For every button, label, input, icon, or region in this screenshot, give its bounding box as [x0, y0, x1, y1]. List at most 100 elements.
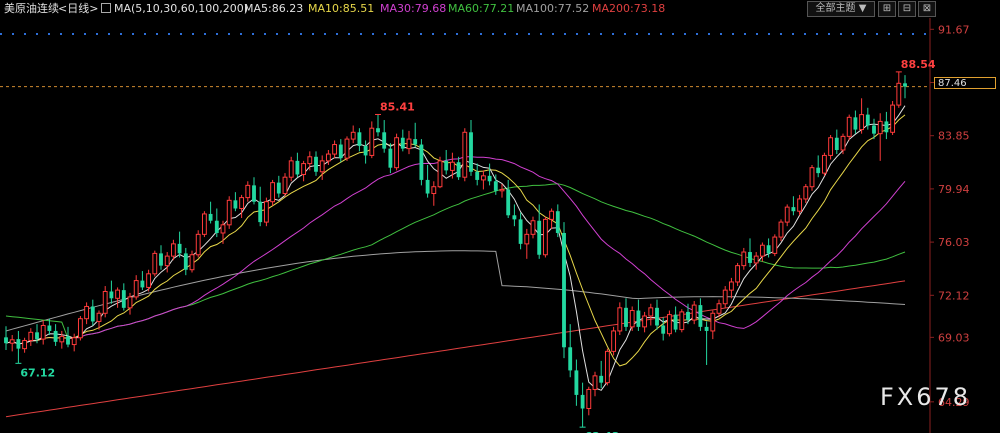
candle-body	[542, 218, 548, 256]
y-tick-label: 79.94	[938, 183, 970, 196]
candle-body	[270, 182, 276, 203]
candle-body	[722, 289, 728, 305]
close-button[interactable]: ⊠	[918, 1, 936, 17]
candle-body	[71, 337, 77, 346]
period-label[interactable]: <日线>	[58, 0, 98, 18]
candle-body	[276, 182, 281, 194]
candle-body	[666, 314, 672, 335]
candle-body	[66, 336, 70, 345]
high-label: 88.54	[901, 58, 936, 71]
candle-body	[846, 116, 852, 137]
instrument-name[interactable]: 美原油连续	[4, 0, 59, 18]
candle-body	[759, 244, 765, 257]
candle-body	[263, 201, 269, 223]
candle-body	[40, 325, 46, 340]
current-price-box: 87.46	[934, 77, 996, 89]
candle-body	[183, 253, 188, 270]
candle-body	[170, 243, 176, 257]
candle-body	[258, 201, 263, 223]
candle-body	[592, 375, 598, 390]
candle-body	[562, 232, 566, 348]
y-tick-label: 69.03	[938, 331, 970, 344]
candle-body	[90, 306, 95, 322]
candle-body	[127, 296, 133, 309]
candle-body	[896, 82, 902, 106]
candle-body	[307, 156, 313, 165]
candle-body	[325, 153, 331, 162]
candle-body	[803, 186, 809, 200]
candle-body	[388, 148, 393, 168]
candle-body	[568, 347, 573, 371]
candle-body	[648, 307, 654, 317]
candle-body	[784, 206, 790, 223]
candle-body	[233, 200, 238, 209]
candle-body	[741, 251, 747, 267]
candle-body	[382, 132, 387, 149]
ma10-line	[5, 114, 906, 367]
candle-body	[462, 131, 468, 178]
candle-body	[16, 339, 21, 349]
candle-body	[574, 370, 579, 395]
candle-body	[109, 291, 114, 299]
expand-button[interactable]: ⊞	[878, 1, 896, 17]
candle-body	[35, 332, 39, 340]
candle-body	[859, 114, 865, 131]
ma-settings-icon[interactable]	[101, 3, 111, 13]
low-label: 67.12	[20, 366, 55, 379]
candle-body	[772, 236, 778, 254]
candle-body	[475, 171, 480, 180]
theme-select[interactable]: 全部主题 ▼	[807, 1, 875, 17]
candle-body	[791, 207, 796, 212]
candle-body	[530, 220, 536, 235]
candle-body	[617, 307, 623, 332]
candle-body	[506, 189, 511, 216]
candle-body	[252, 185, 256, 202]
candle-body	[195, 233, 201, 256]
ma200-value: MA200:73.18	[592, 2, 666, 15]
candlestick-chart[interactable]: 91.6787.7683.8579.9476.0372.1269.0364.29…	[0, 0, 1000, 433]
candle-body	[394, 137, 400, 169]
ma-params: MA(5,10,30,60,100,200)	[114, 2, 249, 15]
candle-body	[344, 138, 350, 159]
candle-body	[480, 175, 486, 181]
y-tick-label: 83.85	[938, 130, 970, 143]
candle-body	[599, 375, 604, 383]
candle-body	[177, 243, 182, 254]
candle-body	[604, 350, 610, 384]
candle-body	[444, 160, 449, 171]
chevron-down-icon: ▼	[858, 3, 867, 14]
candle-body	[140, 280, 145, 288]
candle-body	[524, 233, 530, 245]
candle-body	[487, 175, 492, 182]
candle-body	[655, 307, 659, 326]
ma60-line	[5, 183, 906, 339]
candle-body	[698, 305, 703, 327]
candle-body	[133, 280, 139, 298]
candle-body	[735, 265, 741, 283]
candle-body	[797, 198, 803, 212]
ma200-line	[5, 280, 906, 418]
candle-body	[28, 331, 34, 341]
candle-body	[673, 314, 678, 330]
candle-body	[834, 137, 839, 150]
candle-body	[809, 167, 815, 188]
candle-body	[84, 305, 90, 320]
candle-body	[115, 289, 121, 299]
candle-body	[338, 144, 343, 159]
candle-body	[152, 252, 158, 275]
candle-body	[357, 132, 362, 146]
y-tick-label: 91.67	[938, 23, 970, 36]
candle-body	[766, 245, 771, 254]
candle-body	[400, 137, 405, 149]
candle-body	[493, 181, 498, 191]
candle-body	[624, 307, 628, 327]
candle-body	[413, 139, 418, 145]
candle-body	[661, 325, 666, 334]
candle-body	[53, 330, 58, 342]
candle-body	[636, 310, 641, 327]
minimize-button[interactable]: ⊟	[898, 1, 916, 17]
high-label: 85.41	[380, 100, 415, 113]
candle-body	[295, 160, 300, 175]
ma100-value: MA100:77.52	[516, 2, 590, 15]
candle-body	[816, 167, 821, 174]
